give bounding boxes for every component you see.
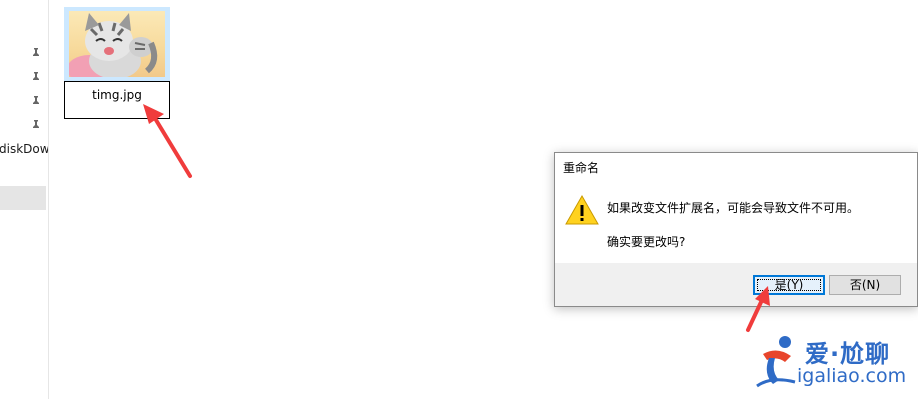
- yes-button[interactable]: 是(Y): [753, 275, 825, 295]
- pin-icon: [31, 72, 41, 84]
- dialog-footer: 是(Y) 否(N): [555, 263, 917, 306]
- nav-item-selected[interactable]: [0, 186, 46, 210]
- watermark-cn: 爱·尬聊: [805, 340, 891, 368]
- dialog-question: 确实要更改吗?: [607, 235, 686, 249]
- dialog-title: 重命名: [563, 161, 600, 175]
- warning-icon: [565, 194, 599, 225]
- watermark-en: igaliao.com: [797, 365, 907, 387]
- pin-icon: [31, 96, 41, 108]
- watermark-logo: 爱·尬聊 igaliao.com: [755, 332, 913, 392]
- rename-dialog: 重命名 如果改变文件扩展名，可能会导致文件不可用。 确实要更改吗? 是(Y) 否…: [554, 152, 918, 307]
- filename-edit-field[interactable]: timg.jpg: [64, 81, 170, 119]
- cat-thumbnail-image: [69, 11, 165, 77]
- pin-icon: [31, 120, 41, 132]
- no-button[interactable]: 否(N): [829, 275, 901, 295]
- no-button-label: 否(N): [849, 278, 881, 292]
- dialog-message: 如果改变文件扩展名，可能会导致文件不可用。: [607, 201, 860, 215]
- navigation-pane: diskDow: [0, 0, 49, 399]
- nav-item-diskdown[interactable]: diskDow: [0, 142, 48, 156]
- focus-rectangle: [757, 279, 821, 291]
- pin-icon: [31, 48, 41, 60]
- file-thumbnail-selection[interactable]: [64, 7, 170, 81]
- filename-text: timg.jpg: [92, 88, 142, 102]
